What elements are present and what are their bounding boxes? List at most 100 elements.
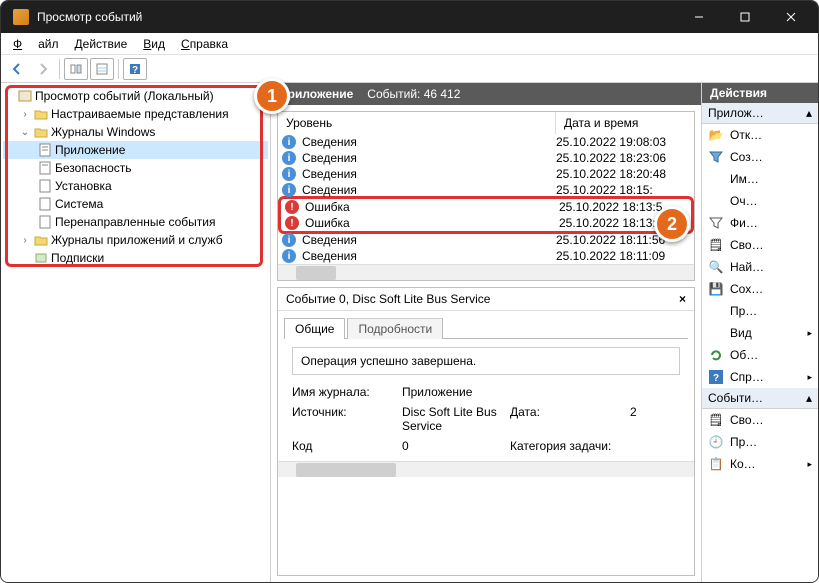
log-icon (37, 178, 53, 194)
event-row[interactable]: i Сведения 25.10.2022 19:08:03 (278, 134, 694, 150)
event-row[interactable]: ! Ошибка 25.10.2022 18:13:49 (281, 215, 691, 231)
tree-windows-logs[interactable]: ⌄ Журналы Windows (3, 123, 268, 141)
event-row[interactable]: i Сведения 25.10.2022 18:11:56 (278, 232, 694, 248)
toolbar-list-button[interactable] (90, 58, 114, 80)
log-label: Имя журнала: (292, 385, 402, 399)
forward-button (31, 58, 55, 80)
info-icon: i (282, 151, 296, 165)
tree-custom-views[interactable]: › Настраиваемые представления (3, 105, 268, 123)
menu-file[interactable]: Файл (5, 35, 67, 53)
action-attach[interactable]: Пр… (702, 300, 818, 322)
error-icon: ! (285, 200, 299, 214)
action-view[interactable]: Вид▸ (702, 322, 818, 344)
action-ev-copy[interactable]: 📋Ко…▸ (702, 453, 818, 475)
refresh-icon (708, 347, 724, 363)
svg-text:?: ? (132, 65, 138, 76)
center-header: Приложение Событий: 46 412 (271, 83, 701, 105)
toolbar-help-button[interactable]: ? (123, 58, 147, 80)
back-button[interactable] (5, 58, 29, 80)
tree-system-log[interactable]: Система (3, 195, 268, 213)
action-clear[interactable]: Оч… (702, 190, 818, 212)
subscription-icon (33, 250, 49, 266)
info-icon: i (282, 249, 296, 263)
clear-icon (708, 193, 724, 209)
actions-group-event[interactable]: Событи…▴ (702, 388, 818, 409)
date-value: 2 (630, 405, 680, 433)
toolbar-browse-button[interactable] (64, 58, 88, 80)
event-detail: Событие 0, Disc Soft Lite Bus Service × … (277, 287, 695, 576)
actions-title: Действия (702, 83, 818, 103)
app-icon (13, 9, 29, 25)
menu-action[interactable]: Действие (67, 35, 136, 53)
info-icon: i (282, 183, 296, 197)
tree-security-log[interactable]: Безопасность (3, 159, 268, 177)
detail-close-button[interactable]: × (679, 292, 686, 306)
event-row[interactable]: i Сведения 25.10.2022 18:15: (278, 182, 694, 198)
event-date: 25.10.2022 18:23:06 (556, 151, 694, 165)
col-date[interactable]: Дата и время (556, 112, 694, 134)
actions-group-app[interactable]: Прилож…▴ (702, 103, 818, 124)
open-icon: 📂 (708, 127, 724, 143)
log-icon (37, 160, 53, 176)
event-level: Сведения (300, 151, 556, 165)
menu-help[interactable]: Справка (173, 35, 236, 53)
action-ev-attach[interactable]: 🕘Пр… (702, 431, 818, 453)
info-icon: i (282, 167, 296, 181)
action-props[interactable]: 🗒Сво… (702, 234, 818, 256)
window-title: Просмотр событий (37, 10, 676, 24)
detail-title-text: Событие 0, Disc Soft Lite Bus Service (286, 292, 490, 306)
tab-general[interactable]: Общие (284, 318, 345, 339)
props-icon: 🗒 (708, 237, 724, 253)
props-icon: 🗒 (708, 412, 724, 428)
close-button[interactable] (768, 1, 814, 33)
action-import[interactable]: Им… (702, 168, 818, 190)
center-pane: Приложение Событий: 46 412 Уровень Дата … (271, 83, 702, 582)
tree-root[interactable]: Просмотр событий (Локальный) (3, 87, 268, 105)
event-date: 25.10.2022 18:20:48 (556, 167, 694, 181)
code-value: 0 (402, 439, 510, 453)
annotation-marker-2: 2 (654, 206, 690, 242)
tree-forwarded-log[interactable]: Перенаправленные события (3, 213, 268, 231)
action-refresh[interactable]: Об… (702, 344, 818, 366)
source-value: Disc Soft Lite Bus Service (402, 405, 510, 433)
detail-message: Операция успешно завершена. (292, 347, 680, 375)
folder-icon (33, 232, 49, 248)
help-icon: ? (708, 369, 724, 385)
minimize-button[interactable] (676, 1, 722, 33)
action-open[interactable]: 📂Отк… (702, 124, 818, 146)
tab-details[interactable]: Подробности (347, 318, 443, 339)
action-filter[interactable]: Фи… (702, 212, 818, 234)
action-help[interactable]: ?Спр…▸ (702, 366, 818, 388)
action-find[interactable]: 🔍Най… (702, 256, 818, 278)
date-label: Дата: (510, 405, 630, 433)
filter-icon (708, 215, 724, 231)
col-level[interactable]: Уровень (278, 112, 556, 134)
event-level: Сведения (300, 233, 556, 247)
event-row[interactable]: i Сведения 25.10.2022 18:23:06 (278, 150, 694, 166)
source-label: Источник: (292, 405, 402, 433)
tree-app-log[interactable]: Приложение (3, 141, 268, 159)
import-icon (708, 171, 724, 187)
tree-subscriptions[interactable]: Подписки (3, 249, 268, 267)
event-level: Сведения (300, 183, 556, 197)
copy-icon: 📋 (708, 456, 724, 472)
action-ev-props[interactable]: 🗒Сво… (702, 409, 818, 431)
log-value: Приложение (402, 385, 680, 399)
events-hscrollbar[interactable] (278, 264, 694, 280)
action-save[interactable]: 💾Сох… (702, 278, 818, 300)
event-level: Ошибка (303, 216, 559, 230)
tree-app-services[interactable]: › Журналы приложений и служб (3, 231, 268, 249)
maximize-button[interactable] (722, 1, 768, 33)
folder-open-icon (33, 124, 49, 140)
tree-setup-log[interactable]: Установка (3, 177, 268, 195)
titlebar: Просмотр событий (1, 1, 818, 33)
event-row[interactable]: i Сведения 25.10.2022 18:11:09 (278, 248, 694, 264)
menu-view[interactable]: Вид (135, 35, 173, 53)
detail-hscrollbar[interactable] (278, 461, 694, 477)
event-row[interactable]: ! Ошибка 25.10.2022 18:13:5 (281, 199, 691, 215)
events-list[interactable]: Уровень Дата и время i Сведения 25.10.20… (277, 111, 695, 281)
error-icon: ! (285, 216, 299, 230)
find-icon: 🔍 (708, 259, 724, 275)
event-row[interactable]: i Сведения 25.10.2022 18:20:48 (278, 166, 694, 182)
action-create[interactable]: Соз… (702, 146, 818, 168)
